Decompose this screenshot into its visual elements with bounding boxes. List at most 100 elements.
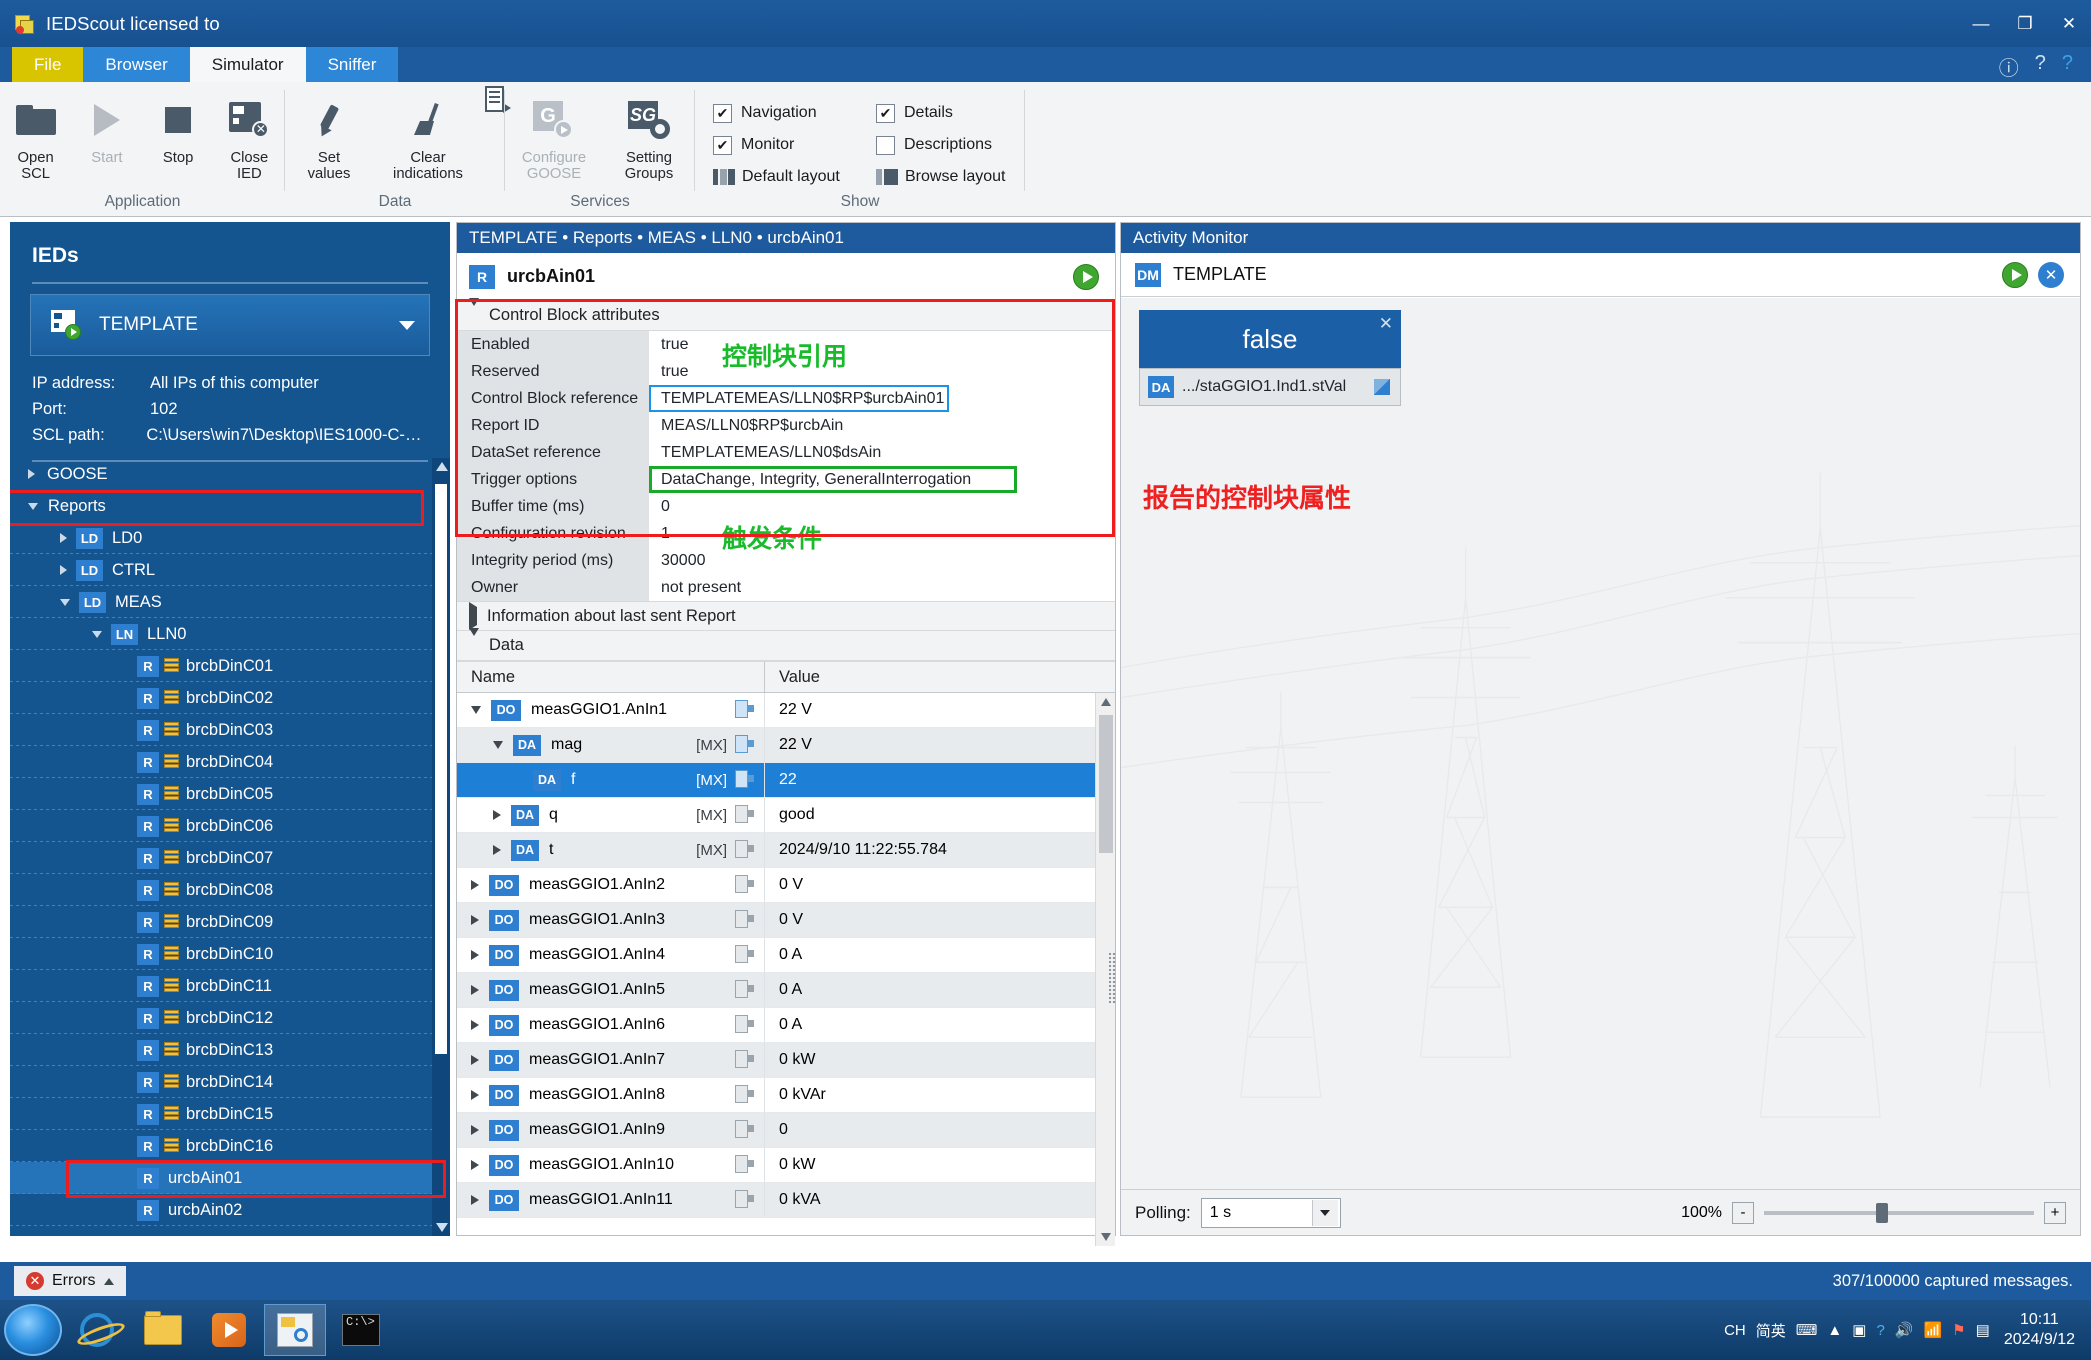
play-icon[interactable] <box>1073 263 1099 290</box>
chevron-down-icon[interactable] <box>469 628 479 655</box>
tree-item-brcbdinc01[interactable]: RbrcbDinC01 <box>10 650 450 682</box>
play-icon[interactable] <box>2002 261 2028 288</box>
checkbox-details[interactable]: ✔ Details <box>876 98 1031 128</box>
minimize-button[interactable]: — <box>1959 0 2003 47</box>
volume-icon[interactable]: 🔊 <box>1895 1321 1914 1339</box>
tree-item-brcbdinc15[interactable]: RbrcbDinC15 <box>10 1098 450 1130</box>
zoom-slider[interactable] <box>1764 1202 2034 1223</box>
open-scl-button[interactable]: Open SCL <box>0 88 71 182</box>
table-row[interactable]: DO measGGIO1.AnIn11 0 kVA <box>457 1183 1099 1218</box>
section-last-sent-report[interactable]: Information about last sent Report <box>457 601 1115 631</box>
polling-select[interactable]: 1 s <box>1200 1197 1341 1228</box>
tree-item-brcbdinc14[interactable]: RbrcbDinC14 <box>10 1066 450 1098</box>
chevron-right-icon[interactable] <box>471 880 479 890</box>
configure-goose-button[interactable]: G Configure GOOSE <box>505 88 603 182</box>
scroll-up-icon[interactable] <box>436 462 448 471</box>
chevron-right-icon[interactable] <box>28 469 35 479</box>
chevron-right-icon[interactable] <box>493 810 501 820</box>
chevron-right-icon[interactable] <box>471 1090 479 1100</box>
ied-card-template[interactable]: TEMPLATE <box>30 294 430 356</box>
table-row[interactable]: DA mag [MX] 22 V <box>457 728 1099 763</box>
table-row[interactable]: DO measGGIO1.AnIn5 0 A <box>457 973 1099 1008</box>
column-header-name[interactable]: Name <box>457 662 765 692</box>
tree-scrollbar[interactable] <box>432 458 450 1236</box>
terminal-icon[interactable]: C:\> <box>330 1304 392 1356</box>
tab-simulator[interactable]: Simulator <box>189 47 306 82</box>
default-layout-button[interactable]: Default layout <box>713 162 868 192</box>
chevron-down-icon[interactable] <box>493 741 503 749</box>
tab-sniffer[interactable]: Sniffer <box>305 47 399 82</box>
zoom-out-button[interactable]: - <box>1732 1201 1754 1224</box>
tree-item-brcbdinc08[interactable]: RbrcbDinC08 <box>10 874 450 906</box>
table-row[interactable]: DA f [MX] 22 <box>457 763 1099 798</box>
clock[interactable]: 10:11 2024/9/12 <box>2004 1310 2091 1350</box>
table-row[interactable]: DO measGGIO1.AnIn6 0 A <box>457 1008 1099 1043</box>
chevron-down-icon[interactable] <box>92 630 102 638</box>
section-data[interactable]: Data <box>457 628 1115 661</box>
help-icon[interactable]: ? <box>2062 52 2073 81</box>
chevron-down-icon[interactable] <box>399 320 415 330</box>
stop-button[interactable]: Stop <box>143 88 214 167</box>
chevron-right-icon[interactable] <box>60 565 67 575</box>
chevron-right-icon[interactable] <box>471 1195 479 1205</box>
attribute-row[interactable]: Owner not present <box>457 574 1115 601</box>
ime-language[interactable]: 简英 <box>1756 1320 1786 1341</box>
pencil-icon[interactable] <box>1374 379 1390 395</box>
table-row[interactable]: DO measGGIO1.AnIn10 0 kW <box>457 1148 1099 1183</box>
zoom-in-button[interactable]: + <box>2044 1201 2066 1224</box>
table-row[interactable]: DA t [MX] 2024/9/10 11:22:55.784 <box>457 833 1099 868</box>
chevron-right-icon[interactable] <box>471 985 479 995</box>
monitor-value-card[interactable]: false ✕ DA .../staGGIO1.Ind1.stVal <box>1139 310 1401 406</box>
tree-item-brcbdinc07[interactable]: RbrcbDinC07 <box>10 842 450 874</box>
iedscout-icon[interactable] <box>264 1304 326 1356</box>
chevron-right-icon[interactable] <box>471 1125 479 1135</box>
close-icon[interactable]: ✕ <box>2038 261 2064 288</box>
tree-item-brcbdinc02[interactable]: RbrcbDinC02 <box>10 682 450 714</box>
tree-item-ctrl[interactable]: LD CTRL <box>10 554 450 586</box>
tree-item-brcbdinc03[interactable]: RbrcbDinC03 <box>10 714 450 746</box>
chevron-right-icon[interactable] <box>471 1020 479 1030</box>
tree-item-brcbdinc11[interactable]: RbrcbDinC11 <box>10 970 450 1002</box>
data-scroll-thumb[interactable] <box>1099 715 1113 853</box>
attribute-value[interactable]: not present <box>649 574 1115 601</box>
chevron-down-icon[interactable] <box>1311 1199 1338 1226</box>
scroll-down-icon[interactable] <box>1101 1233 1111 1241</box>
close-icon[interactable]: ✕ <box>1379 314 1393 334</box>
set-values-button[interactable]: Set values <box>285 88 373 182</box>
tree-item-brcbdinc05[interactable]: RbrcbDinC05 <box>10 778 450 810</box>
setting-groups-button[interactable]: SG Setting Groups <box>603 88 695 182</box>
table-row[interactable]: DO measGGIO1.AnIn7 0 kW <box>457 1043 1099 1078</box>
tree-item-brcbdinc06[interactable]: RbrcbDinC06 <box>10 810 450 842</box>
ime-indicator[interactable]: CH <box>1724 1322 1746 1339</box>
network-icon[interactable]: 📶 <box>1923 1321 1942 1339</box>
table-row[interactable]: DO measGGIO1.AnIn1 22 V <box>457 693 1099 728</box>
column-header-value[interactable]: Value <box>765 662 1115 692</box>
tree-item-brcbdinc12[interactable]: RbrcbDinC12 <box>10 1002 450 1034</box>
help-window-icon[interactable]: ? <box>2035 52 2046 81</box>
tray-app-icon[interactable]: ▣ <box>1852 1321 1866 1339</box>
chevron-down-icon[interactable] <box>60 598 70 606</box>
tree-item-brcbdinc04[interactable]: RbrcbDinC04 <box>10 746 450 778</box>
tree-item-ld0[interactable]: LD LD0 <box>10 522 450 554</box>
internet-explorer-icon[interactable] <box>66 1304 128 1356</box>
scroll-up-icon[interactable] <box>1101 698 1111 706</box>
tray-expand-icon[interactable]: ▲ <box>1827 1322 1842 1339</box>
chevron-up-icon[interactable] <box>103 1277 114 1285</box>
attribute-value[interactable]: 30000 <box>649 547 1115 574</box>
start-button[interactable]: Start <box>71 88 142 167</box>
tree-item-goose[interactable]: GOOSE <box>10 458 450 490</box>
table-row[interactable]: DO measGGIO1.AnIn8 0 kVAr <box>457 1078 1099 1113</box>
chevron-right-icon[interactable] <box>471 1160 479 1170</box>
alert-icon[interactable]: ⚑ <box>1952 1321 1965 1339</box>
tree-item-lln0[interactable]: LN LLN0 <box>10 618 450 650</box>
media-player-icon[interactable] <box>198 1304 260 1356</box>
close-button[interactable]: ✕ <box>2047 0 2091 47</box>
chevron-right-icon[interactable] <box>493 845 501 855</box>
table-row[interactable]: DA q [MX] good <box>457 798 1099 833</box>
scroll-down-icon[interactable] <box>436 1223 448 1232</box>
tree-scroll-thumb[interactable] <box>435 484 447 1054</box>
chevron-right-icon[interactable] <box>471 950 479 960</box>
checkbox-navigation[interactable]: ✔ Navigation <box>713 98 868 128</box>
table-row[interactable]: DO measGGIO1.AnIn4 0 A <box>457 938 1099 973</box>
tab-browser[interactable]: Browser <box>83 47 190 82</box>
